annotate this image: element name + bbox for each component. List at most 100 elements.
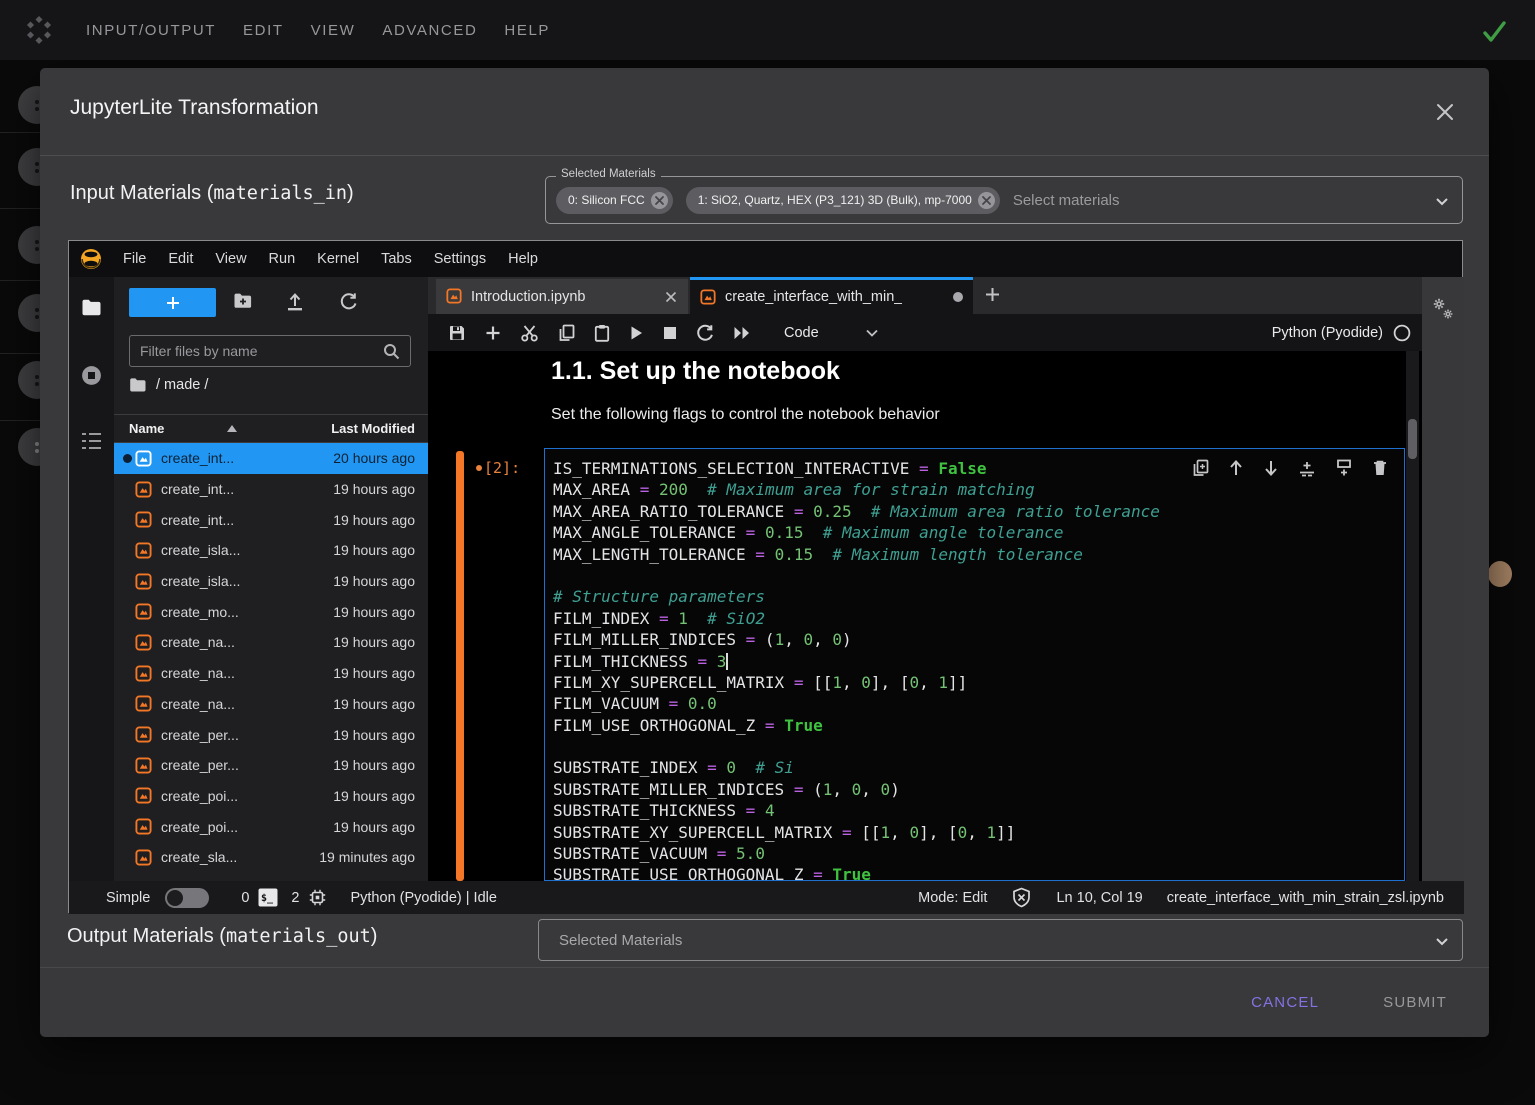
close-tab-icon[interactable] [664,290,678,304]
chevron-down-icon[interactable] [865,328,879,338]
property-inspector-gear-icon[interactable] [1431,297,1457,323]
remove-chip-icon[interactable] [978,192,995,209]
running-kernels-tab-icon[interactable] [81,365,102,386]
unsaved-changes-dot[interactable] [953,292,963,302]
file-row[interactable]: create_per...19 hours ago [114,719,428,750]
file-row[interactable]: create_isla...19 hours ago [114,535,428,566]
chevron-down-icon[interactable] [1434,195,1450,207]
select-materials-placeholder[interactable]: Select materials [1013,192,1120,209]
tab-introduction[interactable]: Introduction.ipynb [436,279,688,314]
tab-create-interface[interactable]: create_interface_with_min_ [690,277,973,314]
top-menu-edit[interactable]: EDIT [243,22,284,39]
run-icon[interactable] [629,325,644,341]
save-icon[interactable] [448,324,466,342]
run-all-icon[interactable] [733,326,751,340]
material-chip[interactable]: 0: Silicon FCC [556,187,673,214]
close-icon[interactable] [1433,100,1457,124]
selected-materials-field[interactable]: Selected Materials 0: Silicon FCC1: SiO2… [545,176,1463,224]
jupyter-menu-view[interactable]: View [204,251,257,267]
terminal-icon[interactable]: $_ [258,888,278,907]
jupyter-menu-file[interactable]: File [112,251,157,267]
file-row[interactable]: create_int...19 hours ago [114,504,428,535]
top-menu-input-output[interactable]: INPUT/OUTPUT [86,22,216,39]
file-row[interactable]: create_na...19 hours ago [114,627,428,658]
jupyter-menu-tabs[interactable]: Tabs [370,251,423,267]
duplicate-cell-icon[interactable] [1192,459,1209,477]
file-list: create_int...20 hours agocreate_int...19… [114,443,428,873]
cell-type-select[interactable]: Code [784,325,819,341]
sort-ascending-icon[interactable] [227,425,237,432]
file-row[interactable]: create_mo...19 hours ago [114,596,428,627]
breadcrumb-path[interactable]: / made / [156,377,208,393]
delete-cell-icon[interactable] [1372,459,1388,477]
kernel-name[interactable]: Python (Pyodide) [1272,325,1383,341]
material-chip[interactable]: 1: SiO2, Quartz, HEX (P3_121) 3D (Bulk),… [686,187,1000,214]
top-menu-view[interactable]: VIEW [311,22,356,39]
cell-toolbar [1192,459,1388,477]
stop-icon[interactable] [663,326,677,340]
move-cell-up-icon[interactable] [1228,459,1244,477]
cell-collapser[interactable] [456,451,464,881]
insert-cell-below-icon[interactable] [1335,459,1353,477]
simple-mode-toggle[interactable] [165,888,209,908]
kernel-chip-icon[interactable] [308,888,327,907]
cut-icon[interactable] [520,324,539,342]
top-menu-advanced[interactable]: ADVANCED [382,22,477,39]
platform-logo-icon[interactable] [22,13,56,47]
breadcrumb[interactable]: / made / [129,377,208,393]
file-name: create_na... [161,665,235,681]
file-modified-time: 19 hours ago [333,542,415,558]
mode-indicator[interactable]: Mode: Edit [918,890,987,906]
file-row[interactable]: create_per...19 hours ago [114,750,428,781]
jupyter-menu-settings[interactable]: Settings [423,251,497,267]
restart-kernel-icon[interactable] [696,324,714,342]
jupyter-menu-kernel[interactable]: Kernel [306,251,370,267]
insert-cell-above-icon[interactable] [1298,459,1316,477]
submit-button[interactable]: SUBMIT [1383,994,1447,1011]
jupyter-menu-edit[interactable]: Edit [157,251,204,267]
move-cell-down-icon[interactable] [1263,459,1279,477]
file-row[interactable]: create_sla...19 minutes ago [114,842,428,873]
output-materials-dropdown[interactable]: Selected Materials [538,919,1463,961]
kernel-status-icon[interactable] [1393,324,1411,342]
svg-text:$_: $_ [261,893,274,904]
file-row[interactable]: create_int...20 hours ago [114,443,428,474]
code-line: FILM_MILLER_INDICES = (1, 0, 0) [553,629,1404,650]
file-row[interactable]: create_int...19 hours ago [114,474,428,505]
top-menu-help[interactable]: HELP [504,22,550,39]
jupyter-menu-run[interactable]: Run [258,251,307,267]
column-name[interactable]: Name [129,421,164,436]
refresh-icon[interactable] [339,292,358,311]
code-cell-editor[interactable]: IS_TERMINATIONS_SELECTION_INTERACTIVE = … [544,448,1405,881]
file-row[interactable]: create_poi...19 hours ago [114,811,428,842]
table-of-contents-tab-icon[interactable] [81,432,102,450]
file-row[interactable]: create_na... 19 hours ago [114,658,428,689]
new-folder-icon[interactable] [233,292,253,310]
jupyter-menu-help[interactable]: Help [497,251,549,267]
file-row[interactable]: create_poi...19 hours ago [114,781,428,812]
terminals-count[interactable]: 0 [241,890,249,906]
file-row[interactable]: create_isla...19 hours ago [114,566,428,597]
active-filename[interactable]: create_interface_with_min_strain_zsl.ipy… [1167,890,1444,906]
cursor-position[interactable]: Ln 10, Col 19 [1056,890,1142,906]
notebook-scrollbar[interactable] [1406,351,1419,881]
add-tab-icon[interactable] [984,286,1001,303]
cancel-button[interactable]: CANCEL [1251,994,1319,1011]
remove-chip-icon[interactable] [651,192,668,209]
kernel-status-text[interactable]: Python (Pyodide) | Idle [350,890,496,906]
copy-icon[interactable] [558,324,575,342]
scrollbar-thumb[interactable] [1408,419,1417,459]
side-handle[interactable] [1488,561,1512,587]
new-launcher-button[interactable] [129,288,216,317]
file-browser-tab-icon[interactable] [81,298,102,317]
paste-icon[interactable] [594,324,610,342]
trust-shield-icon[interactable] [1011,887,1032,908]
file-modified-time: 19 hours ago [333,665,415,681]
column-last-modified[interactable]: Last Modified [331,421,415,436]
upload-icon[interactable] [286,292,304,311]
kernels-count[interactable]: 2 [291,890,299,906]
filter-files-input[interactable]: Filter files by name [129,335,411,367]
insert-cell-icon[interactable] [485,325,501,341]
file-row[interactable]: create_na...19 hours ago [114,689,428,720]
chevron-down-icon[interactable] [1434,935,1450,947]
